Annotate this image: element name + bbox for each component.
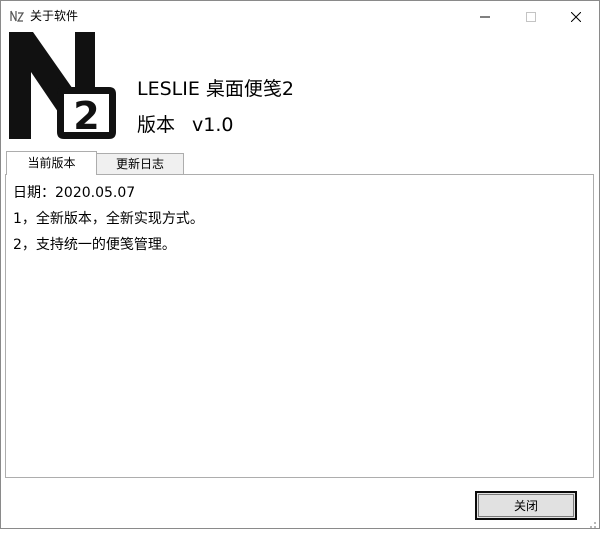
minimize-icon xyxy=(480,7,490,26)
close-window-button[interactable] xyxy=(553,1,599,31)
logo-number: 2 xyxy=(73,94,99,138)
n2-logo-icon: 2 xyxy=(9,32,116,139)
release-note-item: 2，支持统一的便笺管理。 xyxy=(13,237,176,253)
minimize-button[interactable] xyxy=(462,1,508,31)
maximize-icon xyxy=(526,7,536,26)
window-title: 关于软件 xyxy=(30,9,79,23)
maximize-button xyxy=(508,1,554,31)
release-date: 日期：2020.05.07 xyxy=(13,185,136,201)
close-button-label: 关闭 xyxy=(478,494,574,517)
tab-current-version[interactable]: 当前版本 xyxy=(6,151,97,175)
release-notes-panel: 日期：2020.05.07 1，全新版本，全新实现方式。 2，支持统一的便笺管理… xyxy=(5,174,594,478)
release-notes: 日期：2020.05.07 1，全新版本，全新实现方式。 2，支持统一的便笺管理… xyxy=(13,180,204,258)
version-value: v1.0 xyxy=(192,114,234,136)
release-note-item: 1，全新版本，全新实现方式。 xyxy=(13,211,204,227)
resize-grip-icon[interactable] xyxy=(585,514,597,528)
tab-update-log[interactable]: 更新日志 xyxy=(97,153,184,174)
about-dialog-window: 关于软件 2 LESLIE 桌面便笺2 版本 v1.0 当前版本 更新日志 日期… xyxy=(0,0,600,529)
app-icon xyxy=(9,8,25,24)
version-label: 版本 xyxy=(137,114,176,136)
close-button[interactable]: 关闭 xyxy=(475,491,577,520)
close-icon xyxy=(570,7,582,26)
product-name: LESLIE 桌面便笺2 xyxy=(137,78,294,100)
title-bar[interactable]: 关于软件 xyxy=(1,1,599,31)
